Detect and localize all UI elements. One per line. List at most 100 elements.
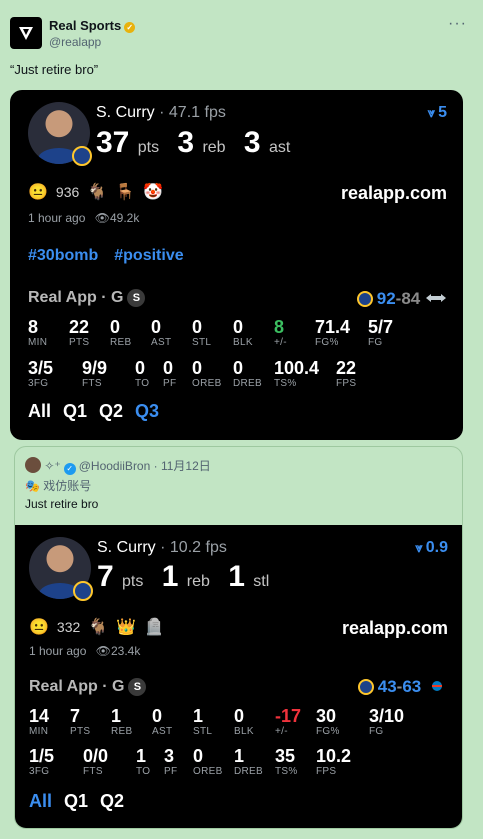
stat-rebounds: 3 (177, 126, 195, 159)
thunder-logo-icon (432, 681, 442, 691)
stat-cell: 3/5 3FG (28, 358, 54, 389)
author-handle[interactable]: @realapp (49, 35, 101, 49)
stat-cell: 100.4 TS% (274, 358, 320, 389)
reactions-row[interactable]: 😐 332 🐐 👑 🪦 (29, 617, 164, 637)
fps-value: 10.2 fps (169, 539, 227, 556)
more-options-icon[interactable]: ··· (448, 15, 467, 33)
spurs-logo-icon (426, 294, 446, 302)
stat-cell: 3 PF (164, 746, 178, 777)
quote-date[interactable]: · 11月12日 (154, 459, 211, 473)
tab-q1[interactable]: Q1 (63, 401, 87, 421)
site-link[interactable]: realapp.com (341, 183, 447, 204)
hashtag-link[interactable]: #positive (114, 247, 183, 264)
stat-cell: 0 OREB (193, 746, 223, 777)
s-badge-icon: S (127, 289, 146, 307)
goat-icon[interactable]: 🐐 (88, 617, 108, 637)
tab-all[interactable]: All (29, 791, 52, 811)
stat-cell: 22 PTS (69, 317, 90, 348)
time-row: 1 hour ago 👁23.4k (29, 644, 140, 658)
reaction-count: 332 (56, 619, 81, 635)
view-count: 49.2k (109, 211, 140, 225)
view-count: 23.4k (110, 644, 141, 658)
league-label: Real App · GS (29, 678, 147, 696)
period-tabs: All Q1 Q2 Q3 (28, 401, 171, 422)
game-score: 92-84 (356, 289, 447, 309)
mask-icon: 🎭 (25, 479, 40, 493)
eye-icon: 👁 (94, 211, 110, 225)
stat-cell: 10.2 FPS (316, 746, 352, 777)
player-name: S. Curry (96, 104, 155, 121)
stat-cell-plus-minus: 8 +/- (274, 317, 287, 348)
post-time: 1 hour ago (28, 211, 86, 225)
stat-points: 7 (97, 560, 114, 593)
warriors-logo-icon (72, 146, 92, 166)
stat-cell: 0 AST (152, 706, 173, 737)
stat-cell: 0 STL (192, 317, 212, 348)
reaction-count: 936 (55, 184, 80, 200)
stat-cell: 5/7 FG (368, 317, 394, 348)
real-sports-logo-icon[interactable] (10, 17, 42, 49)
stat-cell: 9/9 FTS (82, 358, 108, 389)
time-row: 1 hour ago 👁49.2k (28, 211, 139, 225)
tab-q1[interactable]: Q1 (64, 791, 88, 811)
stat-cell: 22 FPS (336, 358, 357, 389)
tweet-text: “Just retire bro” (10, 62, 99, 77)
tab-q3[interactable]: Q3 (135, 401, 159, 421)
tab-q2[interactable]: Q2 (99, 401, 123, 421)
s-badge-icon: S (128, 678, 147, 696)
stat-cell: 0 TO (135, 358, 150, 389)
stat-card-1[interactable]: S. Curry · 47.1 fps ⩔ 5 37 pts 3 reb 3 as… (10, 90, 463, 440)
author-name[interactable]: Real Sports ✓ (49, 18, 136, 33)
stat-cell-plus-minus: -17 +/- (275, 706, 302, 737)
stat-cell: 1 TO (136, 746, 151, 777)
statline: 7 pts 1 reb 1 stl (97, 560, 270, 593)
warriors-logo-icon (356, 291, 373, 307)
verified-badge-icon: ✓ (63, 463, 76, 475)
stat-cell: 1/5 3FG (29, 746, 55, 777)
rank-arrow-icon: ⩔ (427, 105, 436, 120)
stat-cell: 0 REB (110, 317, 132, 348)
sparkle-icon: ✧⁺ (44, 459, 61, 473)
stat-cell: 1 STL (193, 706, 213, 737)
stat-cell: 1 DREB (234, 746, 263, 777)
warriors-logo-icon (73, 581, 93, 601)
stat-cell: 0 BLK (234, 706, 254, 737)
quote-handle[interactable]: @HoodiiBron (79, 459, 151, 473)
neutral-face-icon[interactable]: 😐 (29, 617, 49, 637)
stat-cell: 0 OREB (192, 358, 222, 389)
stat-points: 37 (96, 126, 130, 159)
tombstone-icon[interactable]: 🪦 (144, 617, 164, 637)
quoted-tweet[interactable]: ✧⁺ ✓ @HoodiiBron · 11月12日 🎭 戏仿账号 Just reti… (14, 446, 463, 829)
eye-icon: 👁 (95, 644, 111, 658)
stat-cell: 0 AST (151, 317, 172, 348)
chair-icon[interactable]: 🪑 (115, 182, 135, 202)
crown-icon[interactable]: 👑 (116, 617, 136, 637)
hashtags: #30bomb #positive (28, 247, 200, 265)
clown-face-icon[interactable]: 🤡 (143, 182, 163, 202)
stat-cell: 0 DREB (233, 358, 262, 389)
statline: 37 pts 3 reb 3 ast (96, 126, 291, 159)
neutral-face-icon[interactable]: 😐 (28, 182, 48, 202)
tweet-header: Real Sports ✓ @realapp ··· (10, 15, 473, 55)
goat-icon[interactable]: 🐐 (87, 182, 107, 202)
fps-value: 47.1 fps (168, 104, 226, 121)
stat-cell: 0 BLK (233, 317, 253, 348)
stat-card-2[interactable]: S. Curry · 10.2 fps ⩔ 0.9 7 pts 1 reb 1 s… (15, 525, 462, 828)
period-tabs: All Q1 Q2 (29, 791, 136, 812)
stat-cell: 3/10 FG (369, 706, 405, 737)
rank-indicator: ⩔ 5 (428, 104, 447, 122)
rank-value: 5 (438, 104, 447, 121)
stat-cell: 14 MIN (29, 706, 50, 737)
site-link[interactable]: realapp.com (342, 618, 448, 639)
reactions-row[interactable]: 😐 936 🐐 🪑 🤡 (28, 182, 163, 202)
verified-badge-icon: ✓ (124, 22, 136, 33)
stat-cell: 0/0 FTS (83, 746, 109, 777)
tab-q2[interactable]: Q2 (100, 791, 124, 811)
hashtag-link[interactable]: #30bomb (28, 247, 98, 264)
quote-text: Just retire bro (25, 497, 99, 511)
stat-cell: 7 PTS (70, 706, 91, 737)
parody-label: 🎭 戏仿账号 (25, 479, 92, 493)
tab-all[interactable]: All (28, 401, 51, 421)
stat-rebounds: 1 (161, 560, 179, 593)
quote-avatar[interactable] (25, 457, 41, 473)
